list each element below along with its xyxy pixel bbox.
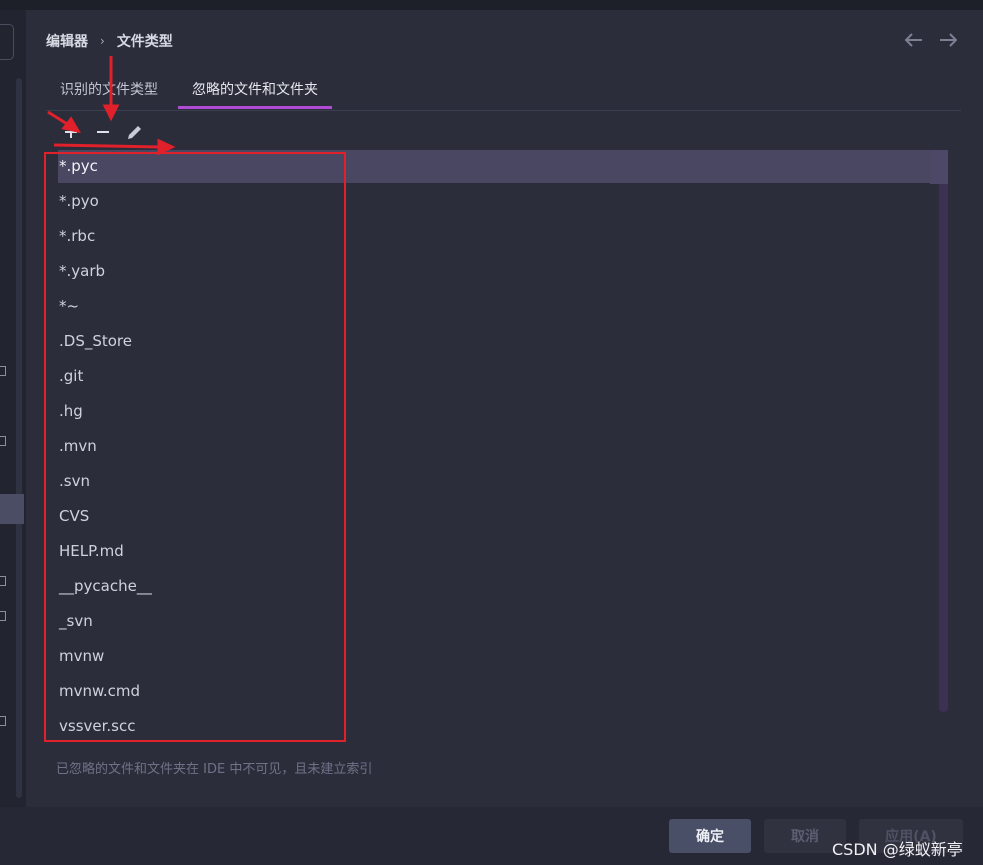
breadcrumb-parent[interactable]: 编辑器 <box>46 31 88 51</box>
list-toolbar <box>60 120 146 144</box>
sidebar-selected-item[interactable] <box>0 494 24 524</box>
sidebar-search-input[interactable] <box>0 24 14 60</box>
settings-sidebar <box>0 10 26 807</box>
ignored-files-hint: 已忽略的文件和文件夹在 IDE 中不可见，且未建立索引 <box>56 762 373 777</box>
plus-icon[interactable] <box>60 120 82 144</box>
window-top-strip <box>0 0 983 10</box>
arrow-left-icon[interactable] <box>904 30 924 50</box>
breadcrumb: 编辑器 › 文件类型 <box>46 30 173 52</box>
breadcrumb-current: 文件类型 <box>116 34 173 50</box>
breadcrumb-separator-icon: › <box>100 34 105 48</box>
arrow-right-icon[interactable] <box>938 30 958 50</box>
sidebar-item-icon <box>0 436 6 446</box>
file-types-tabs: 识别的文件类型 忽略的文件和文件夹 <box>46 76 961 111</box>
watermark: CSDN @绿蚁新亭 <box>832 840 963 859</box>
sidebar-scrollbar[interactable] <box>16 78 22 798</box>
tab-ignored-files-and-folders[interactable]: 忽略的文件和文件夹 <box>178 76 332 109</box>
pencil-icon[interactable] <box>124 120 146 144</box>
sidebar-item-icon <box>0 716 6 726</box>
history-navigation <box>904 30 958 50</box>
sidebar-item-icon <box>0 576 6 586</box>
sidebar-item-icon <box>0 366 6 376</box>
sidebar-item-icon <box>0 611 6 621</box>
annotation-highlight-box <box>44 152 346 742</box>
minus-icon[interactable] <box>92 120 114 144</box>
ok-button[interactable]: 确定 <box>669 819 751 853</box>
tab-recognized-file-types[interactable]: 识别的文件类型 <box>46 76 172 109</box>
